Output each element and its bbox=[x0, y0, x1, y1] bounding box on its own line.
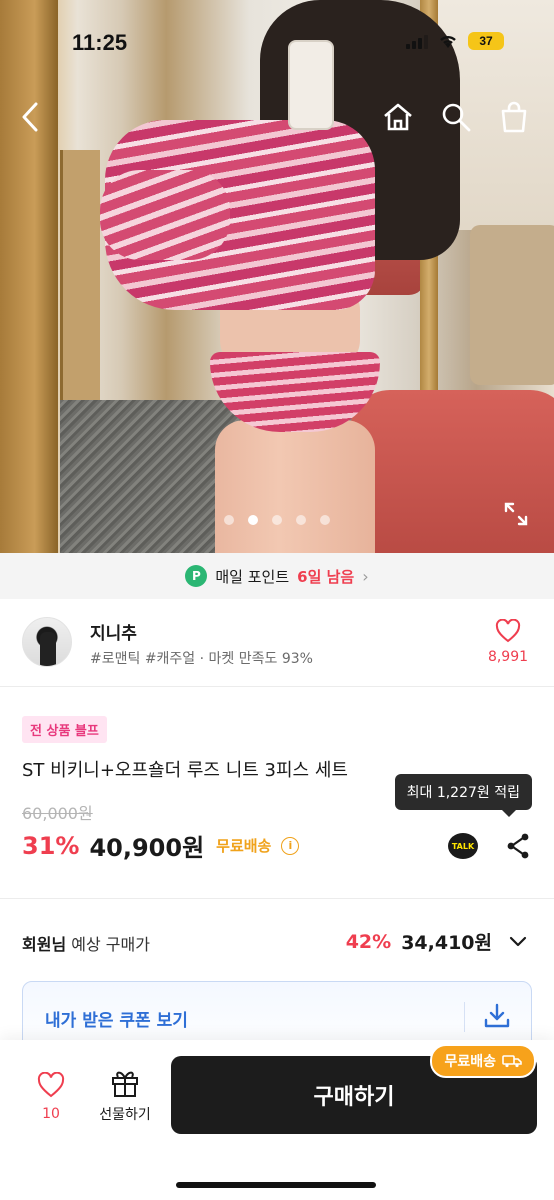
status-icons: 37 bbox=[406, 32, 504, 50]
member-discount: 42% bbox=[345, 930, 392, 953]
gift-label: 선물하기 bbox=[99, 1107, 151, 1123]
photo-chair bbox=[470, 225, 554, 385]
download-icon[interactable] bbox=[483, 1002, 511, 1030]
shopping-bag-icon bbox=[501, 101, 527, 133]
point-tooltip: 최대 1,227원 적립 bbox=[394, 774, 532, 817]
member-price-label: 회원님 예상 구매가 bbox=[22, 931, 150, 955]
carousel-pagination bbox=[0, 515, 554, 525]
buy-button-label: 구매하기 bbox=[313, 1085, 395, 1110]
coupon-label[interactable]: 내가 받은 쿠폰 보기 bbox=[45, 1006, 188, 1031]
carousel-dot[interactable] bbox=[224, 515, 234, 525]
free-shipping-badge-label: 무료배송 bbox=[444, 1054, 496, 1070]
member-price-row[interactable]: 회원님 예상 구매가 42% 34,410원 bbox=[0, 899, 554, 981]
free-shipping-label: 무료배송 bbox=[216, 837, 272, 855]
point-badge-icon: P bbox=[185, 565, 208, 587]
chevron-right-icon: › bbox=[362, 566, 369, 586]
free-shipping-badge: 무료배송 bbox=[430, 1044, 536, 1078]
chevron-down-icon[interactable] bbox=[508, 931, 528, 951]
carousel-dot[interactable] bbox=[272, 515, 282, 525]
carousel-dot-active[interactable] bbox=[248, 515, 258, 525]
shop-like-button[interactable]: 8,991 bbox=[484, 618, 532, 665]
cart-button[interactable] bbox=[496, 99, 532, 135]
heart-icon bbox=[37, 1071, 65, 1098]
bottom-action-bar: 10 선물하기 구매하기 무료배송 bbox=[0, 1040, 554, 1200]
truck-icon bbox=[502, 1055, 522, 1068]
sale-badge: 전 상품 블프 bbox=[22, 716, 107, 743]
chevron-left-icon bbox=[22, 102, 38, 132]
top-actions bbox=[380, 96, 532, 138]
photo-model bbox=[100, 0, 460, 553]
battery-icon: 37 bbox=[468, 32, 504, 50]
cellular-signal-icon bbox=[406, 33, 428, 49]
home-indicator[interactable] bbox=[176, 1182, 376, 1188]
shop-row[interactable]: 지니추 #로맨틱 #캐주얼 · 마켓 만족도 93% 8,991 bbox=[0, 599, 554, 687]
expand-icon[interactable] bbox=[502, 500, 530, 528]
price-row: 31% 40,900원 무료배송 i bbox=[22, 828, 300, 863]
shop-like-count: 8,991 bbox=[487, 649, 529, 665]
point-banner-highlight: 6일 남음 bbox=[297, 567, 355, 586]
daily-point-banner[interactable]: P 매일 포인트 6일 남음 › bbox=[0, 553, 554, 599]
shop-name[interactable]: 지니추 bbox=[90, 619, 137, 644]
product-image-carousel[interactable]: 11:25 37 bbox=[0, 0, 554, 553]
coupon-divider bbox=[464, 1002, 465, 1032]
member-label-text: 예상 구매가 bbox=[71, 935, 150, 954]
discount-rate: 31% bbox=[22, 831, 80, 860]
back-button[interactable] bbox=[18, 96, 42, 138]
search-icon bbox=[442, 103, 471, 132]
gift-icon bbox=[112, 1071, 138, 1097]
member-label-bold: 회원님 bbox=[22, 935, 67, 954]
home-icon bbox=[384, 103, 412, 131]
heart-icon bbox=[495, 618, 521, 643]
photo-door-frame bbox=[0, 0, 58, 553]
wifi-icon bbox=[440, 35, 456, 48]
battery-level: 37 bbox=[479, 34, 493, 48]
home-button[interactable] bbox=[380, 99, 416, 135]
status-time: 11:25 bbox=[72, 30, 128, 55]
product-title: ST 비키니+오프숄더 루즈 니트 3피스 세트 bbox=[22, 760, 348, 781]
member-price-value: 34,410원 bbox=[401, 932, 492, 954]
search-button[interactable] bbox=[438, 99, 474, 135]
original-price: 60,000원 bbox=[22, 804, 93, 823]
shop-tags: #로맨틱 #캐주얼 · 마켓 만족도 93% bbox=[90, 651, 313, 667]
carousel-dot[interactable] bbox=[296, 515, 306, 525]
member-price: 42% 34,410원 bbox=[346, 928, 492, 955]
point-banner-text: 매일 포인트 bbox=[215, 567, 290, 586]
carousel-dot[interactable] bbox=[320, 515, 330, 525]
sale-price: 40,900원 bbox=[89, 834, 205, 862]
share-icon[interactable] bbox=[504, 832, 532, 860]
shop-avatar[interactable] bbox=[22, 617, 72, 667]
info-icon[interactable]: i bbox=[281, 836, 300, 855]
talk-icon: TALK bbox=[451, 841, 475, 851]
gift-button[interactable]: 선물하기 bbox=[92, 1068, 158, 1124]
like-button[interactable]: 10 bbox=[28, 1071, 74, 1122]
like-count: 10 bbox=[42, 1106, 60, 1122]
kakao-talk-button[interactable]: TALK bbox=[448, 833, 478, 859]
